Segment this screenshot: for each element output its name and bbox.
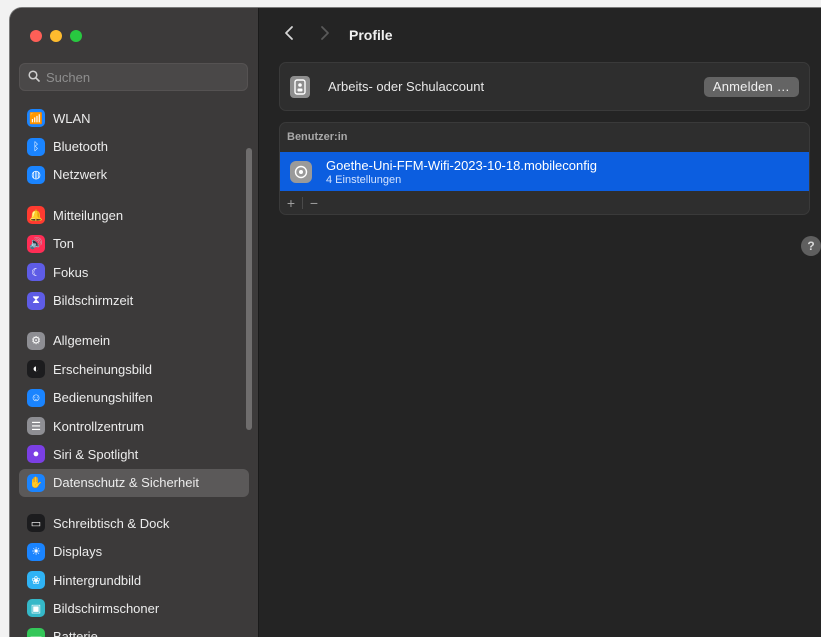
search-input[interactable] [46,69,236,85]
sidebar-item-hintergrundbild[interactable]: ❀ Hintergrundbild [19,566,249,594]
profile-subtitle: 4 Einstellungen [326,173,402,186]
sidebar-item-bedienungshilfen[interactable]: ☺ Bedienungshilfen [19,384,249,412]
sidebar-scrollbar[interactable] [246,148,252,430]
id-badge-icon [290,75,310,98]
hand-icon: ✋ [27,473,45,492]
help-button[interactable]: ? [801,236,821,256]
sidebar-item-label: Bildschirmzeit [53,293,134,309]
add-profile-button[interactable]: + [280,195,302,211]
sign-in-button[interactable]: Anmelden … [703,76,799,97]
sidebar-item-dock[interactable]: ▭ Schreibtisch & Dock [19,509,249,537]
screensaver-icon: ▣ [27,599,45,618]
dock-icon: ▭ [27,514,45,533]
sidebar-item-label: Mitteilungen [53,207,124,223]
sidebar-item-bildschirmzeit[interactable]: ⧗ Bildschirmzeit [19,286,249,314]
sidebar-item-erscheinungsbild[interactable]: ◐ Erscheinungsbild [19,355,249,383]
sidebar-item-mitteilungen[interactable]: 🔔 Mitteilungen [19,201,249,229]
sidebar-item-wlan[interactable]: 📶 WLAN [19,104,249,132]
settings-profile-icon [290,160,312,183]
battery-icon: ▬ [27,627,45,637]
moon-icon: ☾ [27,263,45,282]
search-icon [28,69,42,85]
flower-icon: ❀ [27,571,45,590]
back-button[interactable] [279,25,299,46]
accessibility-icon: ☺ [27,388,45,407]
sidebar-nav: 📶 WLAN ᛒ Bluetooth ◍ Netzwerk 🔔 Mitteilungen 🔊 To… [19,104,249,637]
globe-icon: ◍ [27,165,45,184]
bluetooth-icon: ᛒ [27,137,45,156]
sidebar-item-label: Fokus [53,264,89,280]
sidebar-item-label: Allgemein [53,333,111,349]
sidebar-item-label: Kontrollzentrum [53,418,145,434]
work-account-card: Arbeits- oder Schulaccount Anmelden … [279,62,810,111]
sun-icon: ☀ [27,542,45,561]
close-button[interactable] [30,30,42,42]
toolbar: Profile [259,8,821,62]
work-account-label: Arbeits- oder Schulaccount [328,79,485,94]
minimize-button[interactable] [50,30,62,42]
sidebar: 📶 WLAN ᛒ Bluetooth ◍ Netzwerk 🔔 Mitteilungen 🔊 To… [10,8,259,637]
sidebar-item-ton[interactable]: 🔊 Ton [19,230,249,258]
sidebar-item-fokus[interactable]: ☾ Fokus [19,258,249,286]
sidebar-item-label: Bildschirmschoner [53,600,160,616]
sidebar-item-kontrollzentrum[interactable]: ☰ Kontrollzentrum [19,412,249,440]
sidebar-item-displays[interactable]: ☀ Displays [19,537,249,565]
window-controls [30,30,82,42]
hourglass-icon: ⧗ [27,291,45,310]
profile-row[interactable]: Goethe-Uni-FFM-Wifi-2023-10-18.mobilecon… [280,152,809,191]
sidebar-item-label: Bluetooth [53,139,108,155]
profile-name: Goethe-Uni-FFM-Wifi-2023-10-18.mobilecon… [326,157,597,173]
sidebar-item-bluetooth[interactable]: ᛒ Bluetooth [19,132,249,160]
sidebar-item-label: Erscheinungsbild [53,361,153,377]
sidebar-item-allgemein[interactable]: ⚙ Allgemein [19,327,249,355]
siri-icon: ● [27,445,45,464]
settings-window: 📶 WLAN ᛒ Bluetooth ◍ Netzwerk 🔔 Mitteilungen 🔊 To… [10,8,821,637]
section-header: Benutzer:in [287,131,348,143]
remove-profile-button[interactable]: − [303,195,325,211]
sidebar-item-label: Displays [53,544,103,560]
sidebar-item-label: Ton [53,236,74,252]
wifi-icon: 📶 [27,109,45,128]
sidebar-item-label: Datenschutz & Sicherheit [53,475,199,491]
sidebar-item-label: Netzwerk [53,167,108,183]
sidebar-item-label: Batterie [53,629,98,637]
sidebar-item-siri[interactable]: ● Siri & Spotlight [19,440,249,468]
forward-button[interactable] [315,25,335,46]
sidebar-item-label: Bedienungshilfen [53,390,153,406]
user-profiles-card: Benutzer:in Goethe-Uni-FFM-Wifi-2023-10-… [279,122,810,215]
add-remove-controls: + − [280,193,325,213]
gear-icon: ⚙ [27,331,45,350]
speaker-icon: 🔊 [27,234,45,253]
search-field[interactable] [19,63,248,91]
main-content: Profile Arbeits- oder Schulaccount Anmel… [259,8,821,637]
bell-icon: 🔔 [27,206,45,225]
sidebar-item-label: Schreibtisch & Dock [53,515,170,531]
sidebar-item-label: Siri & Spotlight [53,446,139,462]
appearance-icon: ◐ [27,360,45,379]
sidebar-item-label: WLAN [53,110,91,126]
sidebar-item-label: Hintergrundbild [53,572,142,588]
toggles-icon: ☰ [27,417,45,436]
zoom-button[interactable] [70,30,82,42]
sidebar-item-bildschirmschoner[interactable]: ▣ Bildschirmschoner [19,594,249,622]
page-title: Profile [349,27,393,43]
sidebar-item-batterie[interactable]: ▬ Batterie [19,623,249,637]
sidebar-item-datenschutz[interactable]: ✋ Datenschutz & Sicherheit [19,468,249,498]
sidebar-item-netzwerk[interactable]: ◍ Netzwerk [19,161,249,189]
